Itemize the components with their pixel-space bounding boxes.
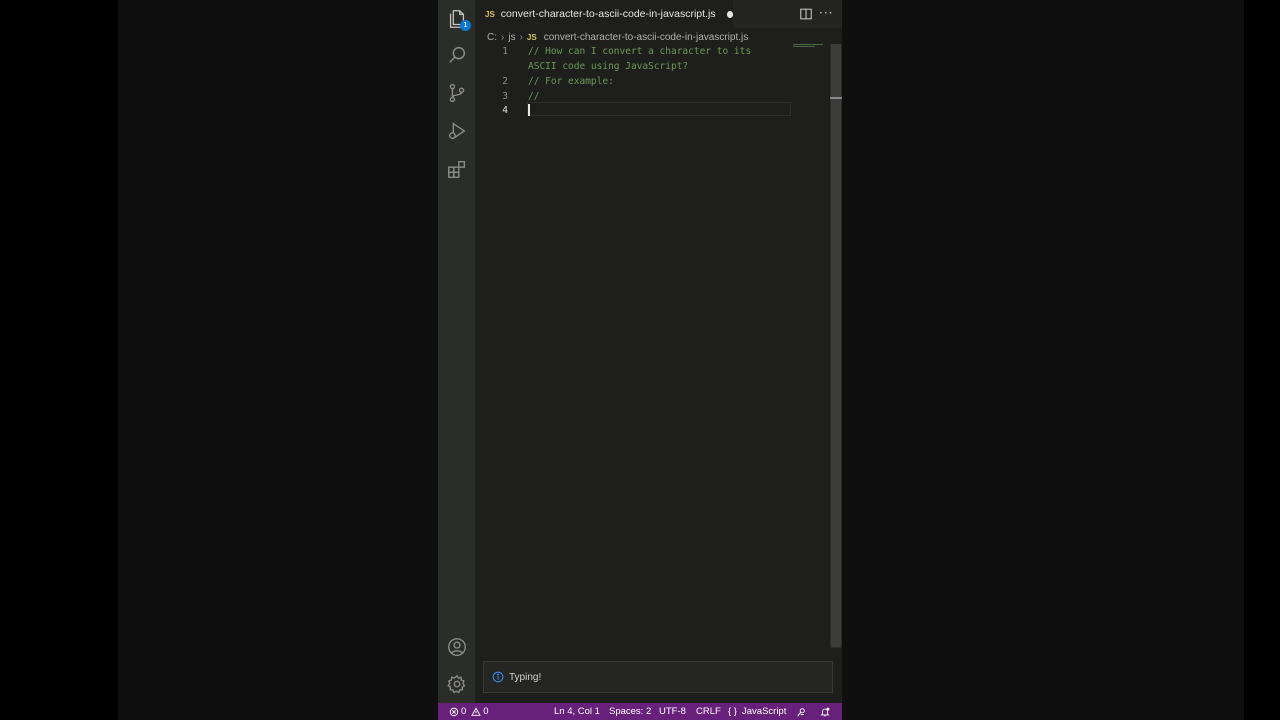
breadcrumb: C: › js › JS convert-character-to-ascii-… — [487, 30, 748, 44]
info-icon — [492, 671, 504, 683]
language-label: JavaScript — [742, 706, 787, 717]
video-letterbox-left — [118, 0, 438, 720]
line-number: 1 — [502, 46, 508, 57]
breadcrumb-drive[interactable]: C: — [487, 32, 497, 43]
language-mode[interactable]: { } JavaScript — [728, 703, 786, 720]
warning-count: 0 — [483, 706, 489, 717]
notifications-bell-icon[interactable] — [820, 703, 830, 720]
source-control-icon[interactable] — [445, 81, 468, 104]
activity-bar: 1 — [438, 0, 475, 703]
minimap[interactable] — [793, 44, 827, 50]
code-line: 1 // How can I convert a character to it… — [475, 44, 835, 59]
line-number: 3 — [502, 91, 508, 102]
scrollbar-cursor-marker — [830, 97, 842, 99]
braces-icon: { } — [728, 706, 737, 717]
video-letterbox-right — [842, 0, 1244, 720]
line-number: 2 — [502, 76, 508, 87]
text-cursor — [528, 104, 530, 116]
search-icon[interactable] — [445, 43, 468, 66]
breadcrumb-file[interactable]: convert-character-to-ascii-code-in-javas… — [544, 32, 749, 43]
split-editor-icon[interactable] — [799, 7, 813, 21]
unsaved-dot-icon[interactable] — [726, 10, 733, 18]
more-actions-icon[interactable]: ··· — [819, 6, 833, 20]
tab-title: convert-character-to-ascii-code-in-javas… — [500, 8, 716, 20]
javascript-file-icon: JS — [485, 9, 495, 19]
feedback-icon[interactable] — [796, 703, 806, 720]
warning-icon — [471, 706, 482, 716]
notification-toast[interactable]: Typing! — [483, 661, 833, 693]
settings-gear-icon[interactable] — [445, 672, 468, 695]
breadcrumb-folder[interactable]: js — [508, 32, 515, 43]
code-text: // — [528, 91, 540, 102]
vertical-scrollbar-thumb[interactable] — [831, 44, 841, 647]
code-editor[interactable]: 1 // How can I convert a character to it… — [475, 44, 842, 660]
code-line: ASCII code using JavaScript? — [475, 59, 835, 74]
cursor-position[interactable]: Ln 4, Col 1 — [554, 703, 600, 720]
line-number: 4 — [502, 105, 508, 116]
code-text: // For example: — [528, 76, 614, 87]
extensions-icon[interactable] — [445, 157, 468, 180]
chevron-right-icon: › — [501, 31, 505, 43]
editor-tab[interactable]: JS convert-character-to-ascii-code-in-ja… — [475, 0, 733, 28]
chevron-right-icon: › — [519, 31, 523, 43]
vscode-window: 1 JS convert-character-to-ascii-code-in-… — [438, 0, 842, 720]
problems-indicator[interactable]: 0 0 — [449, 703, 489, 720]
explorer-badge: 1 — [460, 20, 471, 31]
notification-text: Typing! — [509, 671, 542, 683]
line-ending[interactable]: CRLF — [696, 703, 721, 720]
encoding[interactable]: UTF-8 — [659, 703, 686, 720]
code-line: 2 // For example: — [475, 74, 835, 89]
javascript-file-icon: JS — [526, 32, 537, 42]
files-icon[interactable]: 1 — [445, 7, 471, 31]
status-bar: 0 0 Ln 4, Col 1 Spaces: 2 UTF-8 CRLF { }… — [438, 703, 842, 720]
indentation[interactable]: Spaces: 2 — [609, 703, 651, 720]
code-line: 3 // — [475, 89, 835, 104]
run-debug-icon[interactable] — [445, 119, 468, 142]
account-icon[interactable] — [445, 635, 468, 658]
code-text: // How can I convert a character to its — [528, 46, 752, 57]
error-count: 0 — [461, 706, 467, 717]
tab-bar: JS convert-character-to-ascii-code-in-ja… — [475, 0, 842, 28]
error-icon — [449, 707, 459, 716]
code-text: ASCII code using JavaScript? — [528, 61, 689, 72]
